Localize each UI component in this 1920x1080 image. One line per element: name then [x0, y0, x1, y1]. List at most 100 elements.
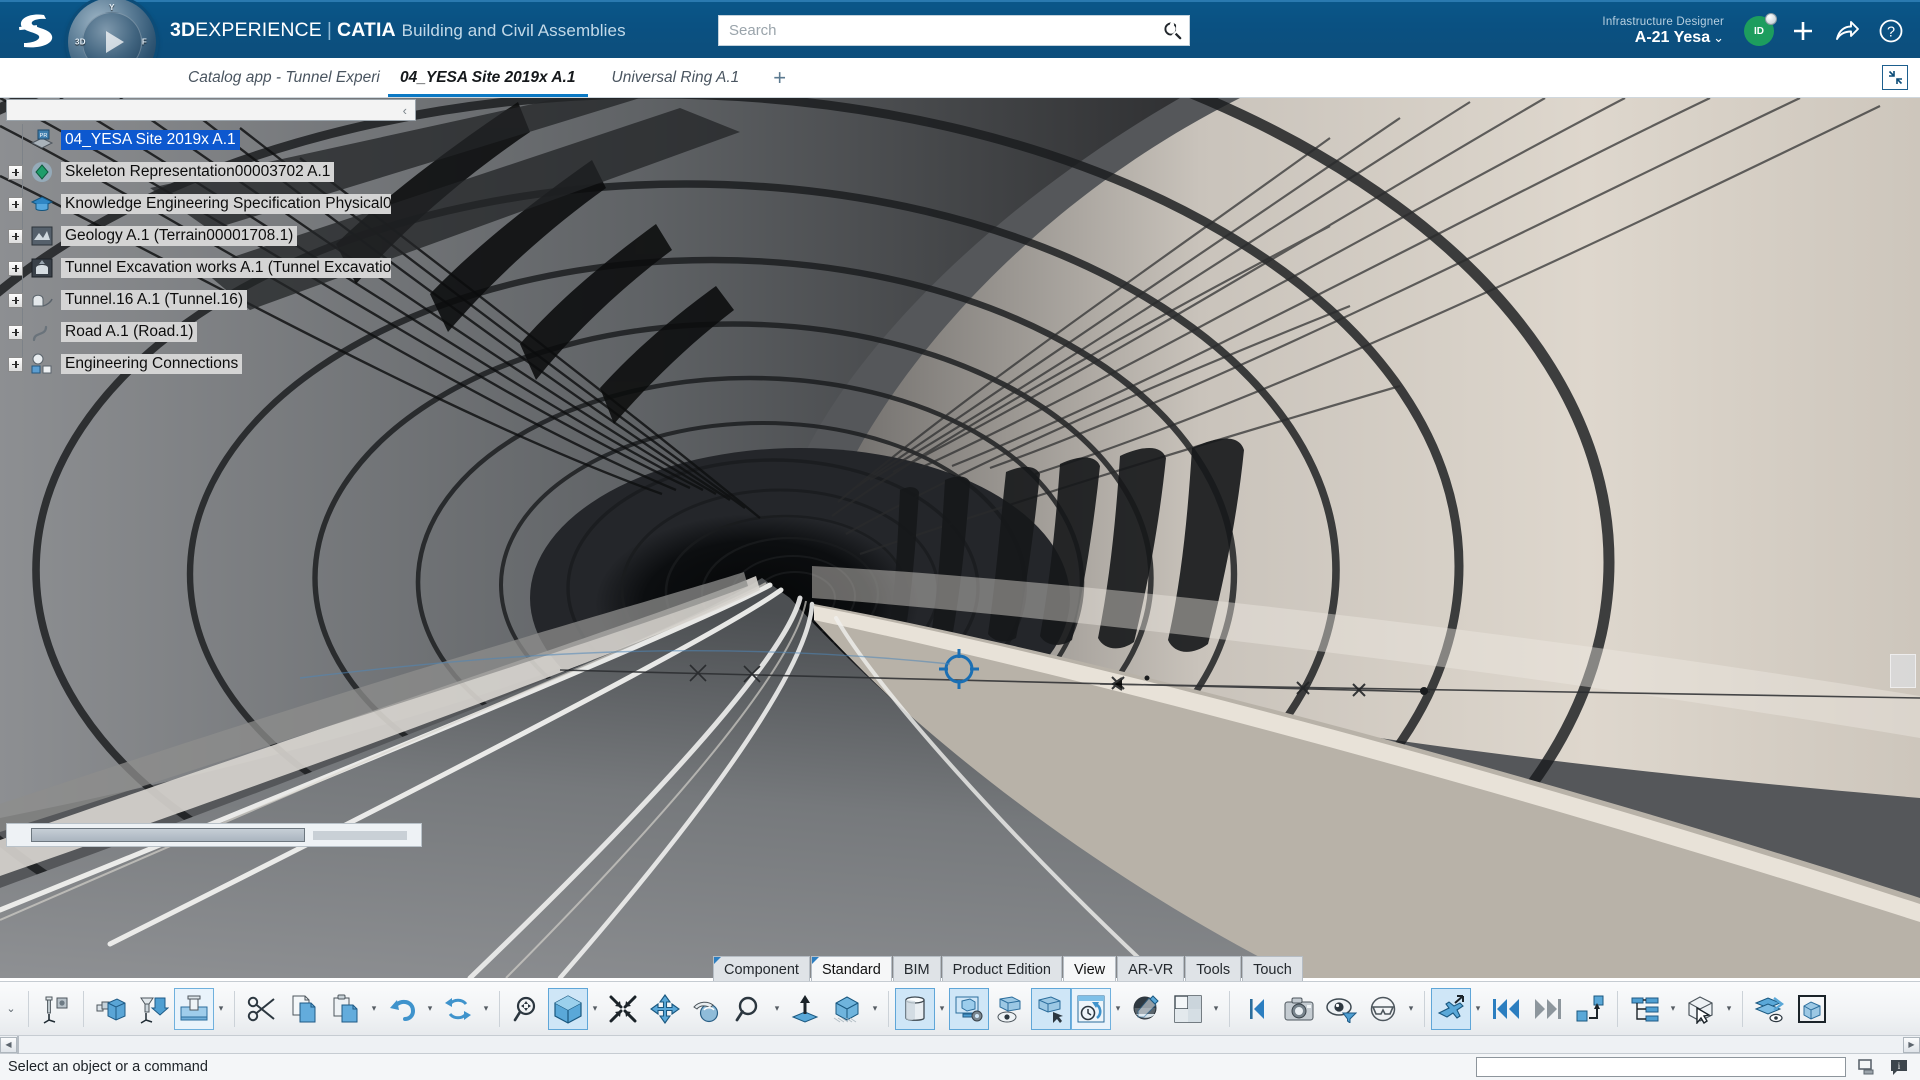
- plus-icon[interactable]: [1788, 16, 1818, 46]
- tree-node-tunnel-excavation-works[interactable]: Tunnel Excavation works A.1 (Tunnel Exca…: [0, 252, 416, 284]
- previous-capture-icon[interactable]: [1236, 987, 1278, 1031]
- share-arrow-icon[interactable]: [1832, 16, 1862, 46]
- tree-expand-icon[interactable]: [8, 197, 23, 212]
- update-dropdown-icon[interactable]: ▾: [479, 987, 493, 1031]
- scroll-right-arrow-icon[interactable]: ▶: [1903, 1037, 1920, 1053]
- undo-dropdown-icon[interactable]: ▾: [423, 987, 437, 1031]
- tree-node-root[interactable]: PR 04_YESA Site 2019x A.1: [0, 124, 416, 156]
- collaborative-space-selector[interactable]: A-21 Yesa⌄: [1602, 30, 1724, 47]
- glasses-dropdown-icon[interactable]: ▾: [1404, 987, 1418, 1031]
- ribbon-tab-view[interactable]: View: [1063, 956, 1116, 982]
- ribbon-tab-touch[interactable]: Touch: [1242, 956, 1303, 982]
- move-to-position-icon[interactable]: [1569, 987, 1611, 1031]
- tree-expand-icon[interactable]: [8, 261, 23, 276]
- window-layout-icon[interactable]: [1856, 1057, 1878, 1077]
- paste-icon[interactable]: [325, 987, 367, 1031]
- layers-visibility-icon[interactable]: [1749, 987, 1791, 1031]
- search-input[interactable]: [719, 16, 1155, 45]
- command-input[interactable]: [1476, 1057, 1846, 1077]
- rotate-hand-icon[interactable]: [686, 987, 728, 1031]
- snapshot-camera-icon[interactable]: [1278, 987, 1320, 1031]
- tree-node-geology[interactable]: Geology A.1 (Terrain00001708.1): [0, 220, 416, 252]
- background-dropdown-icon[interactable]: ▾: [1209, 987, 1223, 1031]
- scroll-left-arrow-icon[interactable]: ◀: [0, 1037, 17, 1053]
- paste-dropdown-icon[interactable]: ▾: [367, 987, 381, 1031]
- scrollbar-thumb[interactable]: [17, 1036, 19, 1055]
- scrollbar-track[interactable]: [17, 1037, 1903, 1053]
- tab-universal-ring[interactable]: Universal Ring A.1: [594, 58, 758, 97]
- tab-catalog-app[interactable]: Catalog app - Tunnel Experi: [170, 58, 382, 97]
- fit-all-in-icon[interactable]: [602, 987, 644, 1031]
- normal-view-icon[interactable]: [784, 987, 826, 1031]
- bounding-box-icon[interactable]: [1791, 987, 1833, 1031]
- undo-icon[interactable]: [381, 987, 423, 1031]
- tree-expand-icon[interactable]: [8, 229, 23, 244]
- tree-node-skeleton-representation[interactable]: Skeleton Representation00003702 A.1: [0, 156, 416, 188]
- fly-through-dropdown-icon[interactable]: ▾: [1471, 987, 1485, 1031]
- background-pattern-icon[interactable]: [1167, 987, 1209, 1031]
- assemble-constraint-icon[interactable]: [132, 987, 174, 1031]
- manipulation-handle-icon[interactable]: [35, 987, 77, 1031]
- ribbon-tab-product-edition[interactable]: Product Edition: [942, 956, 1062, 982]
- tree-node-tunnel16[interactable]: Tunnel.16 A.1 (Tunnel.16): [0, 284, 416, 316]
- scrollbar-thumb[interactable]: [31, 828, 305, 842]
- tree-horizontal-scrollbar[interactable]: [6, 823, 422, 847]
- scrollbar-track[interactable]: [313, 831, 407, 840]
- iso-view-dropdown-icon[interactable]: ▾: [588, 987, 602, 1031]
- shading-cylinder-icon[interactable]: [895, 988, 935, 1030]
- role-block[interactable]: Infrastructure Designer A-21 Yesa⌄: [1602, 16, 1724, 47]
- visualization-filter-icon[interactable]: [1320, 987, 1362, 1031]
- ambient-occlusion-icon[interactable]: [1125, 987, 1167, 1031]
- insert-component-icon[interactable]: [90, 987, 132, 1031]
- tree-node-road[interactable]: Road A.1 (Road.1): [0, 316, 416, 348]
- ribbon-tab-bim[interactable]: BIM: [893, 956, 941, 982]
- tree-node-engineering-connections[interactable]: Engineering Connections: [0, 348, 416, 380]
- ribbon-tab-tools[interactable]: Tools: [1185, 956, 1241, 982]
- apply-material-icon[interactable]: [949, 988, 989, 1030]
- tree-expand-icon[interactable]: [8, 325, 23, 340]
- help-question-icon[interactable]: ?: [1876, 16, 1906, 46]
- viewport-side-handle[interactable]: [1890, 654, 1916, 688]
- tree-expand-icon[interactable]: [8, 357, 23, 372]
- swap-visible-space-icon[interactable]: [1031, 988, 1071, 1030]
- update-refresh-icon[interactable]: [437, 987, 479, 1031]
- zoom-area-icon[interactable]: [506, 987, 548, 1031]
- tree-node-knowledge-engineering[interactable]: Knowledge Engineering Specification Phys…: [0, 188, 416, 220]
- tree-collapse-chevron-icon[interactable]: ‹: [403, 103, 407, 118]
- fix-component-dropdown-icon[interactable]: ▾: [214, 987, 228, 1031]
- select-solid-pointer-icon[interactable]: [1680, 987, 1722, 1031]
- collapse-diagonal-icon[interactable]: [1882, 65, 1908, 90]
- fix-component-icon[interactable]: [174, 988, 214, 1030]
- glasses-vr-icon[interactable]: [1362, 987, 1404, 1031]
- zoom-magnifier-icon[interactable]: [728, 987, 770, 1031]
- hide-show-eye-icon[interactable]: [989, 987, 1031, 1031]
- copy-icon[interactable]: [283, 987, 325, 1031]
- zoom-dropdown-icon[interactable]: ▾: [770, 987, 784, 1031]
- toolbar-overflow-chevron-icon[interactable]: ⌄: [0, 1002, 22, 1015]
- tree-structure-icon[interactable]: [1624, 987, 1666, 1031]
- tree-expand-icon[interactable]: [8, 165, 23, 180]
- ribbon-tab-component[interactable]: Component: [713, 956, 810, 982]
- reframe-history-icon[interactable]: [1071, 988, 1111, 1030]
- reframe-dropdown-icon[interactable]: ▾: [1111, 987, 1125, 1031]
- tree-dropdown-icon[interactable]: ▾: [1666, 987, 1680, 1031]
- view-cube-ghost-icon[interactable]: [826, 987, 868, 1031]
- tree-header[interactable]: ‹: [6, 99, 416, 121]
- shading-dropdown-icon[interactable]: ▾: [935, 987, 949, 1031]
- ribbon-tab-standard[interactable]: Standard: [811, 956, 892, 982]
- tag-icon[interactable]: [1150, 14, 1184, 48]
- info-balloon-icon[interactable]: i: [1888, 1057, 1910, 1077]
- search-box[interactable]: [718, 15, 1190, 46]
- tab-yesa-site[interactable]: 04_YESA Site 2019x A.1: [382, 58, 594, 97]
- cut-scissors-icon[interactable]: [241, 987, 283, 1031]
- tree-expand-icon[interactable]: [8, 293, 23, 308]
- avatar[interactable]: ID: [1744, 16, 1774, 46]
- toolbar-horizontal-scrollbar[interactable]: ◀ ▶: [0, 1036, 1920, 1054]
- skip-last-icon[interactable]: [1527, 987, 1569, 1031]
- view-cube-dropdown-icon[interactable]: ▾: [868, 987, 882, 1031]
- select-dropdown-icon[interactable]: ▾: [1722, 987, 1736, 1031]
- pan-move-icon[interactable]: [644, 987, 686, 1031]
- iso-view-cube-icon[interactable]: [548, 988, 588, 1030]
- add-tab-button[interactable]: +: [757, 58, 802, 97]
- ds-logo-icon[interactable]: [14, 10, 60, 50]
